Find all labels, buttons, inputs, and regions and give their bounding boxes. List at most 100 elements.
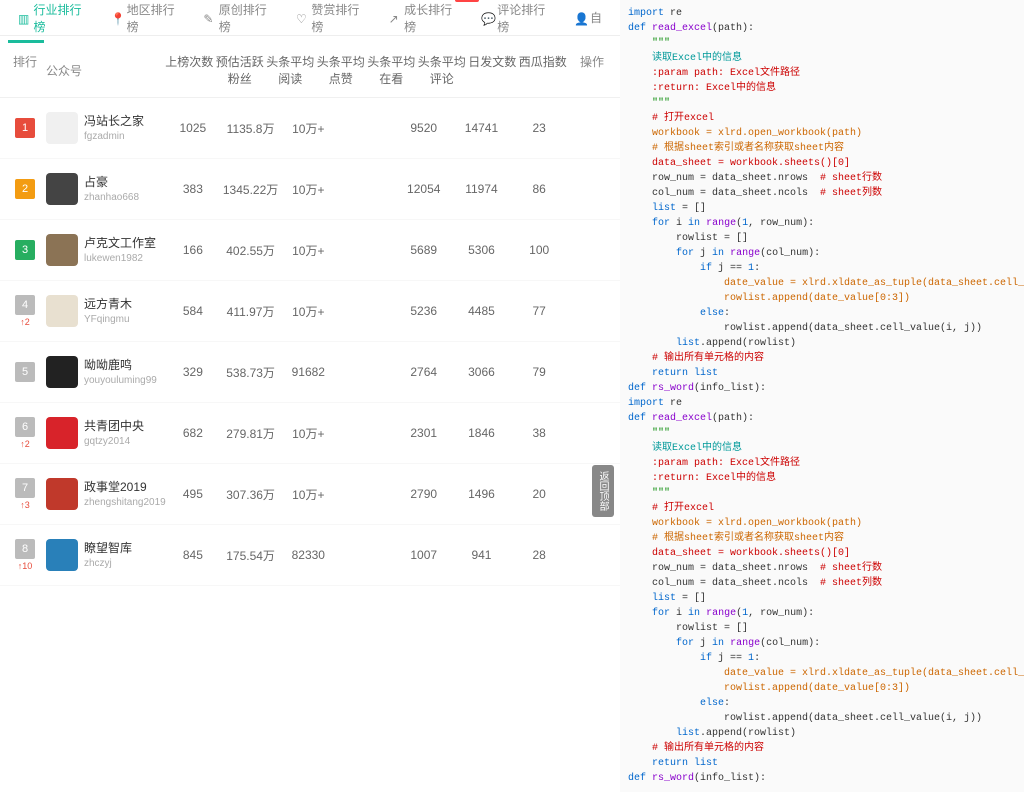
col-header: 头条平均在看 [366,53,417,87]
tab-icon: ✎ [203,12,214,24]
data-cell: 79 [510,365,568,379]
data-cell: 91682 [279,365,337,379]
table-row[interactable]: 6↑2共青团中央gqtzy2014682279.81万10万+230118463… [0,403,620,464]
data-cell: 82330 [279,548,337,562]
table-row[interactable]: 3卢克文工作室lukewen1982166402.55万10万+56895306… [0,220,620,281]
avatar [46,478,78,510]
data-cell: 1135.8万 [222,120,280,137]
table-row[interactable]: 1冯站长之家fgzadmin10251135.8万10万+95201474123 [0,98,620,159]
account-cell: 共青团中央gqtzy2014 [46,417,164,449]
rank-cell: 4↑2 [4,295,46,327]
data-cell: 86 [510,182,568,196]
data-cell: 584 [164,304,222,318]
rank-cell: 2 [4,179,46,199]
tab-0[interactable]: ▥行业排行榜 [8,0,101,43]
account-cell: 远方青木YFqingmu [46,295,164,327]
data-cell: 10万+ [279,425,337,442]
tab-icon: ♡ [296,12,307,24]
data-cell: 5236 [395,304,453,318]
account-cell: 政事堂2019zhengshitang2019 [46,478,164,510]
avatar [46,539,78,571]
col-header: 西瓜指数 [518,53,569,87]
data-cell: 77 [510,304,568,318]
data-cell: 10万+ [279,242,337,259]
account-cell: 呦呦鹿鸣youyouluming99 [46,356,164,388]
rank-cell: 8↑10 [4,539,46,571]
data-cell: 5306 [453,243,511,257]
data-cell: 12054 [395,182,453,196]
data-cell: 1345.22万 [222,181,280,198]
tab-1[interactable]: 📍地区排行榜 [101,0,194,43]
table-row[interactable]: 7↑3政事堂2019zhengshitang2019495307.36万10万+… [0,464,620,525]
table-row[interactable]: 5呦呦鹿鸣youyouluming99329538.73万91682276430… [0,342,620,403]
avatar [46,234,78,266]
data-cell: 411.97万 [222,303,280,320]
account-cell: 占豪zhanhao668 [46,173,164,205]
table-row[interactable]: 2占豪zhanhao6683831345.22万10万+ 120541197486 [0,159,620,220]
table-header: 排行公众号上榜次数预估活跃粉丝头条平均阅读头条平均点赞头条平均在看头条平均评论日… [0,43,620,98]
data-cell: 28 [510,548,568,562]
col-header: 头条平均评论 [417,53,468,87]
rank-cell: 5 [4,362,46,382]
data-cell: 38 [510,426,568,440]
tab-5[interactable]: 💬评论排行榜 [471,0,564,43]
data-cell: 329 [164,365,222,379]
data-cell: 307.36万 [222,486,280,503]
col-header: 公众号 [46,53,164,87]
account-cell: 冯站长之家fgzadmin [46,112,164,144]
data-cell: 100 [510,243,568,257]
data-cell: 402.55万 [222,242,280,259]
data-cell: 23 [510,121,568,135]
tab-4[interactable]: ↗成长排行榜NEW [379,0,472,43]
data-cell: 10万+ [279,181,337,198]
data-cell: 166 [164,243,222,257]
data-cell: 279.81万 [222,425,280,442]
data-cell: 2301 [395,426,453,440]
ranking-tabs: ▥行业排行榜📍地区排行榜✎原创排行榜♡赞赏排行榜↗成长排行榜NEW💬评论排行榜👤… [0,0,620,36]
data-cell: 941 [453,548,511,562]
data-cell: 20 [510,487,568,501]
tab-6[interactable]: 👤自 [564,1,612,34]
data-cell: 1496 [453,487,511,501]
data-cell: 2790 [395,487,453,501]
account-cell: 卢克文工作室lukewen1982 [46,234,164,266]
data-cell: 538.73万 [222,364,280,381]
col-header: 预估活跃粉丝 [215,53,266,87]
data-cell: 11974 [453,182,511,196]
avatar [46,173,78,205]
tab-icon: ▥ [18,12,29,24]
avatar [46,417,78,449]
table-row[interactable]: 8↑10瞭望智库zhczyj845175.54万82330 100794128 [0,525,620,586]
rank-cell: 7↑3 [4,478,46,510]
data-cell: 4485 [453,304,511,318]
data-cell: 383 [164,182,222,196]
data-cell: 495 [164,487,222,501]
avatar [46,112,78,144]
col-header: 操作 [568,53,616,87]
tab-2[interactable]: ✎原创排行榜 [193,0,286,43]
data-cell: 2764 [395,365,453,379]
data-cell: 10万+ [279,120,337,137]
data-cell: 682 [164,426,222,440]
data-cell: 1846 [453,426,511,440]
tab-icon: ↗ [389,12,400,24]
tab-3[interactable]: ♡赞赏排行榜 [286,0,379,43]
data-cell: 9520 [395,121,453,135]
data-cell: 845 [164,548,222,562]
data-cell: 10万+ [279,303,337,320]
tab-icon: 👤 [574,12,586,24]
data-cell: 175.54万 [222,547,280,564]
col-header: 头条平均阅读 [265,53,316,87]
col-header: 排行 [4,53,46,87]
tab-icon: 💬 [481,12,493,24]
data-cell: 1007 [395,548,453,562]
data-cell: 10万+ [279,486,337,503]
back-to-top-button[interactable]: 返回顶部 [592,465,614,517]
rank-cell: 3 [4,240,46,260]
account-cell: 瞭望智库zhczyj [46,539,164,571]
avatar [46,295,78,327]
col-header: 上榜次数 [164,53,215,87]
code-editor[interactable]: import redef read_excel(path): """ 读取Exc… [620,0,1024,792]
table-row[interactable]: 4↑2远方青木YFqingmu584411.97万10万+ 5236448577 [0,281,620,342]
col-header: 头条平均点赞 [316,53,367,87]
